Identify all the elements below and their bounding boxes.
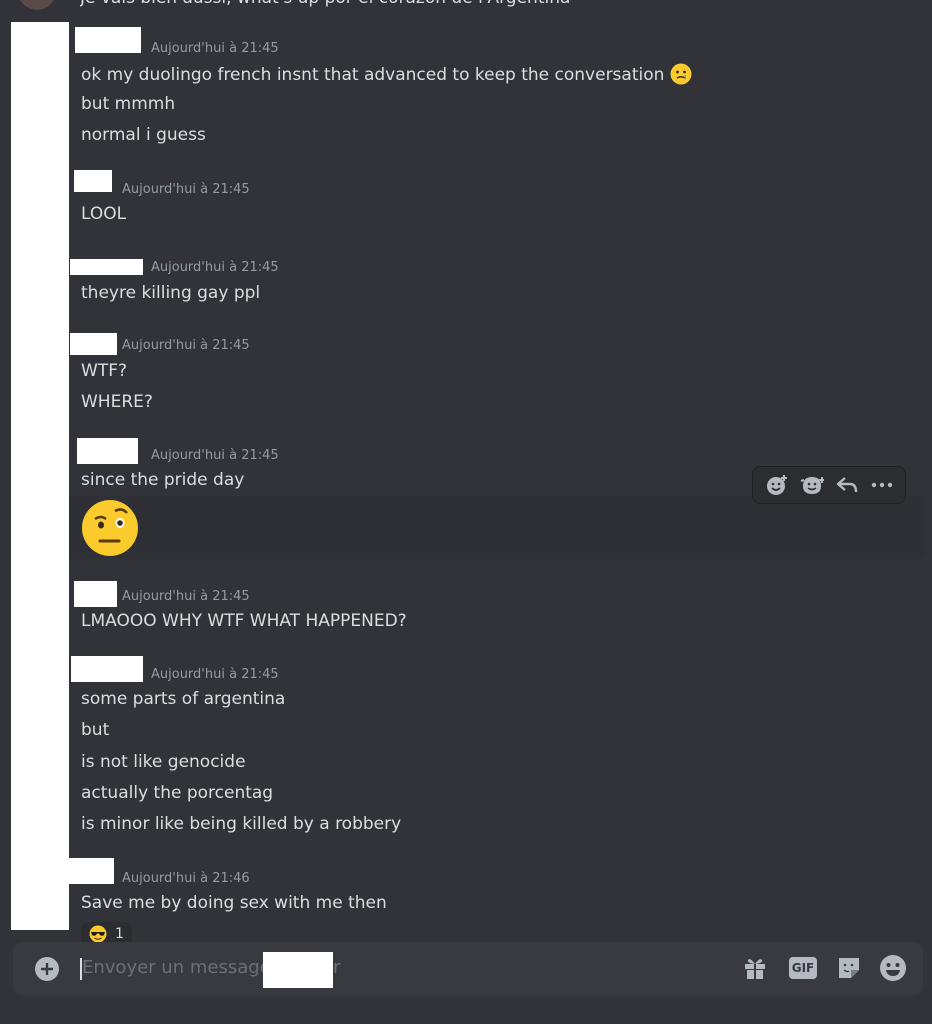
- redacted-avatar-column: [11, 22, 69, 930]
- message-text: Je vais bien aussi, what's up por el cor…: [80, 0, 680, 8]
- redacted-username[interactable]: [71, 656, 143, 682]
- redacted-username[interactable]: [74, 581, 117, 607]
- message-actions-toolbar: [752, 466, 906, 504]
- message-text: LMAOOO WHY WTF WHAT HAPPENED?: [81, 611, 407, 631]
- avatar[interactable]: [18, 0, 56, 10]
- message-text: LOOL: [81, 204, 127, 224]
- add-attachment-icon[interactable]: [35, 957, 59, 981]
- message-text: but: [81, 720, 110, 740]
- timestamp[interactable]: Aujourd'hui à 21:45: [151, 667, 279, 682]
- timestamp[interactable]: Aujourd'hui à 21:45: [151, 448, 279, 463]
- crying-face-emoji-icon: [670, 63, 692, 85]
- message-text: but mmmh: [81, 94, 176, 114]
- gif-button[interactable]: GIF: [789, 957, 817, 979]
- timestamp[interactable]: Aujourd'hui à 21:45: [122, 338, 250, 353]
- redacted-username[interactable]: [77, 438, 138, 464]
- timestamp[interactable]: Aujourd'hui à 21:45: [122, 589, 250, 604]
- reaction-count: 1: [115, 926, 124, 942]
- message-text: ok my duolingo french insnt that advance…: [81, 63, 692, 85]
- message-text: Save me by doing sex with me then: [81, 893, 387, 913]
- redacted-recipient-name: [263, 952, 333, 988]
- message-text: normal i guess: [81, 125, 206, 145]
- redacted-username[interactable]: [70, 259, 143, 275]
- message-text: actually the porcentag: [81, 783, 274, 803]
- timestamp[interactable]: Aujourd'hui à 21:45: [122, 182, 250, 197]
- message-text: is not like genocide: [81, 752, 246, 772]
- more-icon[interactable]: [867, 470, 897, 500]
- message-input[interactable]: Envoyer un message à: [82, 957, 287, 978]
- super-reaction-icon[interactable]: [797, 470, 827, 500]
- reply-icon[interactable]: [832, 470, 862, 500]
- sticker-icon[interactable]: [835, 954, 863, 982]
- timestamp[interactable]: Aujourd'hui à 21:45: [151, 41, 279, 56]
- face-with-raised-eyebrow-emoji-icon: [82, 500, 138, 556]
- message-text: some parts of argentina: [81, 689, 286, 709]
- redacted-username[interactable]: [70, 333, 117, 355]
- message-text: since the pride day: [81, 470, 245, 490]
- sunglasses-emoji-icon: [89, 925, 107, 943]
- message-input-tail: r: [333, 957, 341, 978]
- timestamp[interactable]: Aujourd'hui à 21:45: [151, 260, 279, 275]
- message-composer: Envoyer un message à r GIF: [13, 942, 923, 995]
- hovered-message-row[interactable]: [69, 496, 924, 558]
- message-text: WTF?: [81, 361, 127, 381]
- timestamp[interactable]: Aujourd'hui à 21:46: [122, 871, 250, 886]
- message-text: is minor like being killed by a robbery: [81, 814, 402, 834]
- redacted-username[interactable]: [75, 27, 141, 53]
- gift-icon[interactable]: [741, 954, 769, 982]
- redacted-username[interactable]: [69, 858, 114, 884]
- emoji-picker-icon[interactable]: [879, 954, 907, 982]
- message-text: WHERE?: [81, 392, 153, 412]
- message-text: theyre killing gay ppl: [81, 283, 261, 303]
- redacted-username[interactable]: [74, 170, 112, 192]
- add-reaction-icon[interactable]: [762, 470, 792, 500]
